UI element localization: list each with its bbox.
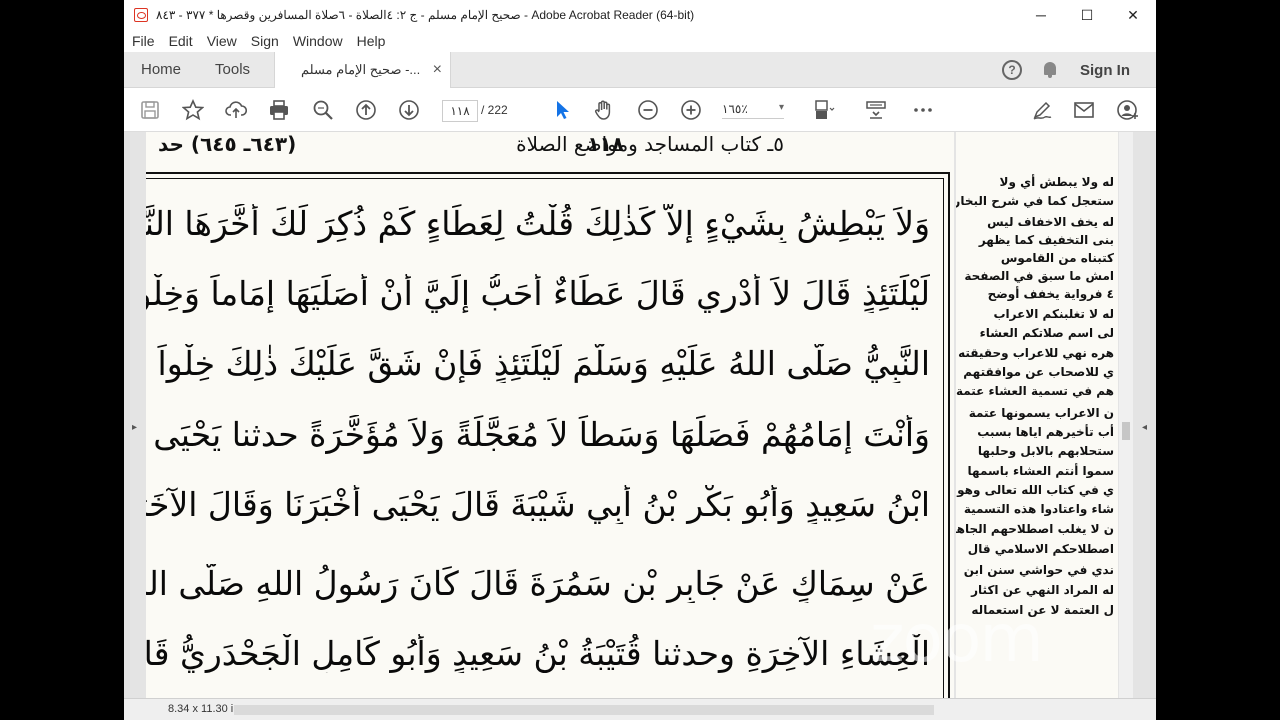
page-total: / 222: [481, 103, 508, 117]
title-bar: صحيح الإمام مسلم - ج ٢: ٤الصلاة - ٦صلاة …: [124, 0, 1156, 30]
menu-edit[interactable]: Edit: [169, 33, 193, 49]
page-header: ٥ـ كتاب المساجد ومواضع الصلاة ١١٨ (٦٤٣ـ …: [146, 132, 954, 164]
right-pane-toggle-icon[interactable]: ◂: [1142, 422, 1147, 433]
zoom-level-select[interactable]: ١٦٥٪: [722, 102, 784, 119]
note-line: ي في كتاب الله تعالى وهو: [957, 483, 1114, 497]
note-line: له يخف الاخفاف ليس: [987, 215, 1114, 229]
upload-cloud-icon[interactable]: [224, 98, 248, 122]
tab-home[interactable]: Home: [124, 61, 198, 78]
note-line: سموا أنتم العشاء باسمها: [967, 464, 1114, 478]
note-line: ستحلابهم بالابل وحلبها: [977, 444, 1114, 458]
tab-document-label: صحيح الإمام مسلم -...: [301, 62, 421, 77]
hadith-range-heading: (٦٤٣ـ ٦٤٥) حد: [158, 132, 297, 156]
menu-view[interactable]: View: [207, 33, 237, 49]
tab-close-icon[interactable]: ×: [433, 61, 442, 79]
note-line: له لا تغلبنكم الاعراب: [993, 307, 1115, 321]
text-line-3: النَّبِيُّ صَلَّى اللهُ عَلَيْهِ وَسَلَّ…: [146, 344, 930, 383]
note-line: ٤ فرواية يخفف أوضح: [987, 287, 1114, 301]
bookmark-star-icon[interactable]: [181, 98, 205, 122]
more-tools-icon[interactable]: [911, 98, 935, 122]
page-display-icon[interactable]: [812, 98, 836, 122]
vertical-scrollbar[interactable]: [1119, 132, 1133, 698]
left-pane-toggle-icon[interactable]: ▸: [132, 422, 137, 433]
note-line: هم في تسمية العشاء عتمة: [956, 384, 1114, 398]
text-line-4: وَأَنْتَ إِمَامُهُمْ فَصَلِّهَا وَسَطاً …: [146, 415, 930, 454]
note-line: ن لا يغلب اصطلاحهم الجاهلي: [956, 522, 1114, 536]
text-line-7: الْعِشَاءِ الآخِرَةِ وحدثنا قُتَيْبَةُ ب…: [146, 634, 930, 673]
note-line: له المراد النهي عن اكثار: [971, 583, 1114, 597]
zoom-in-icon[interactable]: [679, 98, 703, 122]
note-line: امش ما سبق في الصفحة: [964, 269, 1114, 283]
minimize-button[interactable]: ─: [1018, 0, 1064, 30]
menu-sign[interactable]: Sign: [251, 33, 279, 49]
zoom-watermark-logo: zoom: [870, 600, 1044, 677]
share-user-icon[interactable]: [1116, 98, 1140, 122]
text-line-5: ابْنُ سَعِيدٍ وَأَبُو بَكْرِ بْنُ أَبِي …: [146, 485, 930, 524]
header-actions: ? Sign In: [1002, 52, 1156, 88]
text-line-6: عَنْ سِمَاكٍ عَنْ جَابِرِ بْنِ سَمُرَةَ …: [146, 564, 930, 603]
toolbar: ١١٨ / 222 ١٦٥٪: [124, 88, 1156, 132]
menu-help[interactable]: Help: [357, 33, 386, 49]
next-page-icon[interactable]: [397, 98, 421, 122]
page-size-readout: 8.34 x 11.30 in: [168, 703, 240, 715]
tab-bar: Home Tools صحيح الإمام مسلم -... × ? Sig…: [124, 52, 1156, 88]
menu-file[interactable]: File: [132, 33, 155, 49]
sign-in-button[interactable]: Sign In: [1080, 62, 1130, 79]
fill-sign-icon[interactable]: [1030, 98, 1054, 122]
note-line: له ولا يبطش أي ولا: [999, 175, 1114, 189]
note-line: هره نهي للاعراب وحقيقته: [958, 346, 1114, 360]
note-line: شاء واعتادوا هذه التسمية: [963, 502, 1114, 516]
text-line-2: لَيْلَتَئِذٍ قَالَ لاَ أَدْرِي قَالَ عَط…: [146, 274, 930, 313]
page-number-input[interactable]: ١١٨: [442, 100, 478, 122]
close-button[interactable]: ✕: [1110, 0, 1156, 30]
vertical-scrollbar-thumb[interactable]: [1122, 422, 1130, 440]
help-icon[interactable]: ?: [1002, 60, 1022, 80]
note-line: اصطلاحكم الاسلامي قال: [967, 542, 1114, 556]
chapter-heading: ٥ـ كتاب المساجد ومواضع الصلاة: [516, 132, 784, 156]
notification-bell-icon[interactable]: [1042, 61, 1058, 79]
tab-tools[interactable]: Tools: [198, 61, 267, 78]
note-line: ندي في حواشي سنن ابن: [963, 563, 1114, 577]
tab-document[interactable]: صحيح الإمام مسلم -... ×: [274, 52, 451, 88]
note-line: لى اسم صلاتكم العشاء: [979, 326, 1114, 340]
horizontal-scrollbar[interactable]: [234, 705, 934, 715]
note-line: كتبناه من القاموس: [1000, 251, 1114, 265]
menu-window[interactable]: Window: [293, 33, 343, 49]
select-cursor-icon[interactable]: [550, 98, 574, 122]
scroll-mode-icon[interactable]: [864, 98, 888, 122]
menu-bar: File Edit View Sign Window Help: [124, 30, 1156, 52]
search-icon[interactable]: [311, 98, 335, 122]
acrobat-logo-icon: [134, 8, 148, 22]
note-line: بنى التخفيف كما يظهر: [978, 233, 1114, 247]
text-line-1: وَلاَ يَبْطِشُ بِشَيْءٍ إِلاَّ كَذٰلِكَ …: [146, 204, 930, 243]
window-title: صحيح الإمام مسلم - ج ٢: ٤الصلاة - ٦صلاة …: [156, 8, 695, 22]
maximize-button[interactable]: ☐: [1064, 0, 1110, 30]
print-icon[interactable]: [267, 98, 291, 122]
hand-tool-icon[interactable]: [592, 98, 616, 122]
email-icon[interactable]: [1072, 98, 1096, 122]
pdf-page-main: ٥ـ كتاب المساجد ومواضع الصلاة ١١٨ (٦٤٣ـ …: [146, 132, 954, 698]
previous-page-icon[interactable]: [354, 98, 378, 122]
note-line: أب تأخيرهم اياها بسبب: [977, 425, 1114, 439]
status-bar: 8.34 x 11.30 in: [124, 698, 1156, 720]
note-line: ي للاصحاب عن موافقتهم: [963, 365, 1114, 379]
note-line: ن الاعراب يسمونها عتمة: [968, 406, 1114, 420]
page-number-ornament: ١١٨: [587, 132, 624, 156]
note-line: ستعجل كما في شرح البخاري: [956, 194, 1114, 208]
save-icon[interactable]: [138, 98, 162, 122]
zoom-out-icon[interactable]: [636, 98, 660, 122]
